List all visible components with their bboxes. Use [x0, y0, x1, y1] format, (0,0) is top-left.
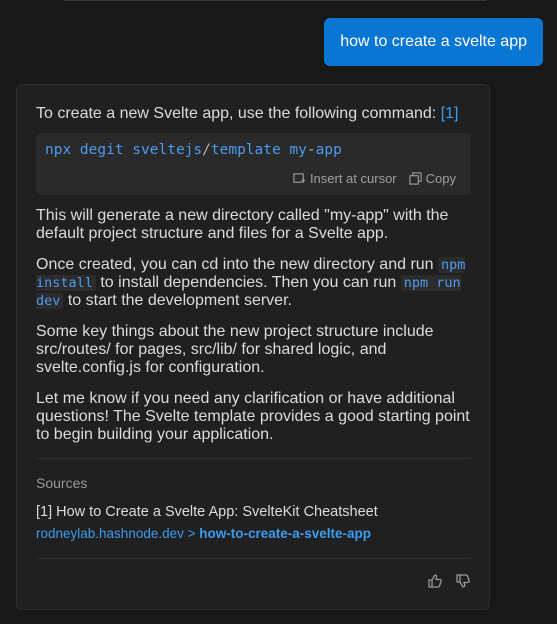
code-token: -	[306, 142, 316, 158]
source-separator: >	[183, 526, 200, 541]
feedback-bar	[427, 573, 471, 589]
sources-divider	[36, 458, 470, 459]
answer-intro: To create a new Svelte app, use the foll…	[36, 103, 470, 125]
paragraph-text: Once created, you can cd into the new di…	[36, 256, 434, 273]
answer-intro-text: To create a new Svelte app, use the foll…	[36, 105, 437, 122]
answer-paragraph-4: Let me know if you need any clarificatio…	[36, 390, 470, 443]
code-token: npx degit sveltejs	[45, 142, 203, 158]
code-token: app	[315, 142, 342, 158]
code-block: npx degit sveltejs/template my-app Inser…	[36, 133, 470, 195]
insert-icon	[293, 173, 306, 183]
assistant-answer-card: To create a new Svelte app, use the foll…	[16, 84, 490, 610]
code-token: /	[202, 142, 211, 158]
feedback-divider	[36, 558, 470, 559]
sources-heading: Sources	[36, 475, 88, 491]
paragraph-text: to install dependencies. Then you can ru…	[100, 274, 397, 291]
insert-at-cursor-label: Insert at cursor	[309, 171, 397, 186]
code-actions: Insert at cursor Copy	[293, 171, 456, 186]
source-link[interactable]: rodneylab.hashnode.dev > how-to-create-a…	[36, 526, 470, 541]
source-host[interactable]: rodneylab.hashnode.dev	[36, 526, 184, 541]
thumbs-down-icon[interactable]	[455, 573, 471, 589]
copy-icon	[409, 172, 422, 185]
citation-link[interactable]: [1]	[441, 105, 459, 122]
code-token: template my	[210, 142, 307, 158]
user-message-bubble: how to create a svelte app	[324, 18, 543, 66]
answer-paragraph-2: Once created, you can cd into the new di…	[36, 256, 470, 310]
paragraph-text: to start the development server.	[67, 292, 292, 309]
source-title: [1] How to Create a Svelte App: SvelteKi…	[36, 504, 378, 520]
user-message-text: how to create a svelte app	[340, 33, 527, 50]
insert-at-cursor-button[interactable]: Insert at cursor	[293, 171, 397, 186]
thumbs-up-icon[interactable]	[427, 573, 443, 589]
copy-button[interactable]: Copy	[409, 171, 456, 186]
answer-paragraph-1: This will generate a new directory calle…	[36, 207, 449, 242]
code-line: npx degit sveltejs/template my-app	[45, 142, 342, 158]
previous-panel-edge	[60, 0, 490, 1]
source-path[interactable]: how-to-create-a-svelte-app	[199, 526, 371, 541]
answer-paragraph-3: Some key things about the new project st…	[36, 323, 434, 376]
copy-label: Copy	[425, 171, 456, 186]
